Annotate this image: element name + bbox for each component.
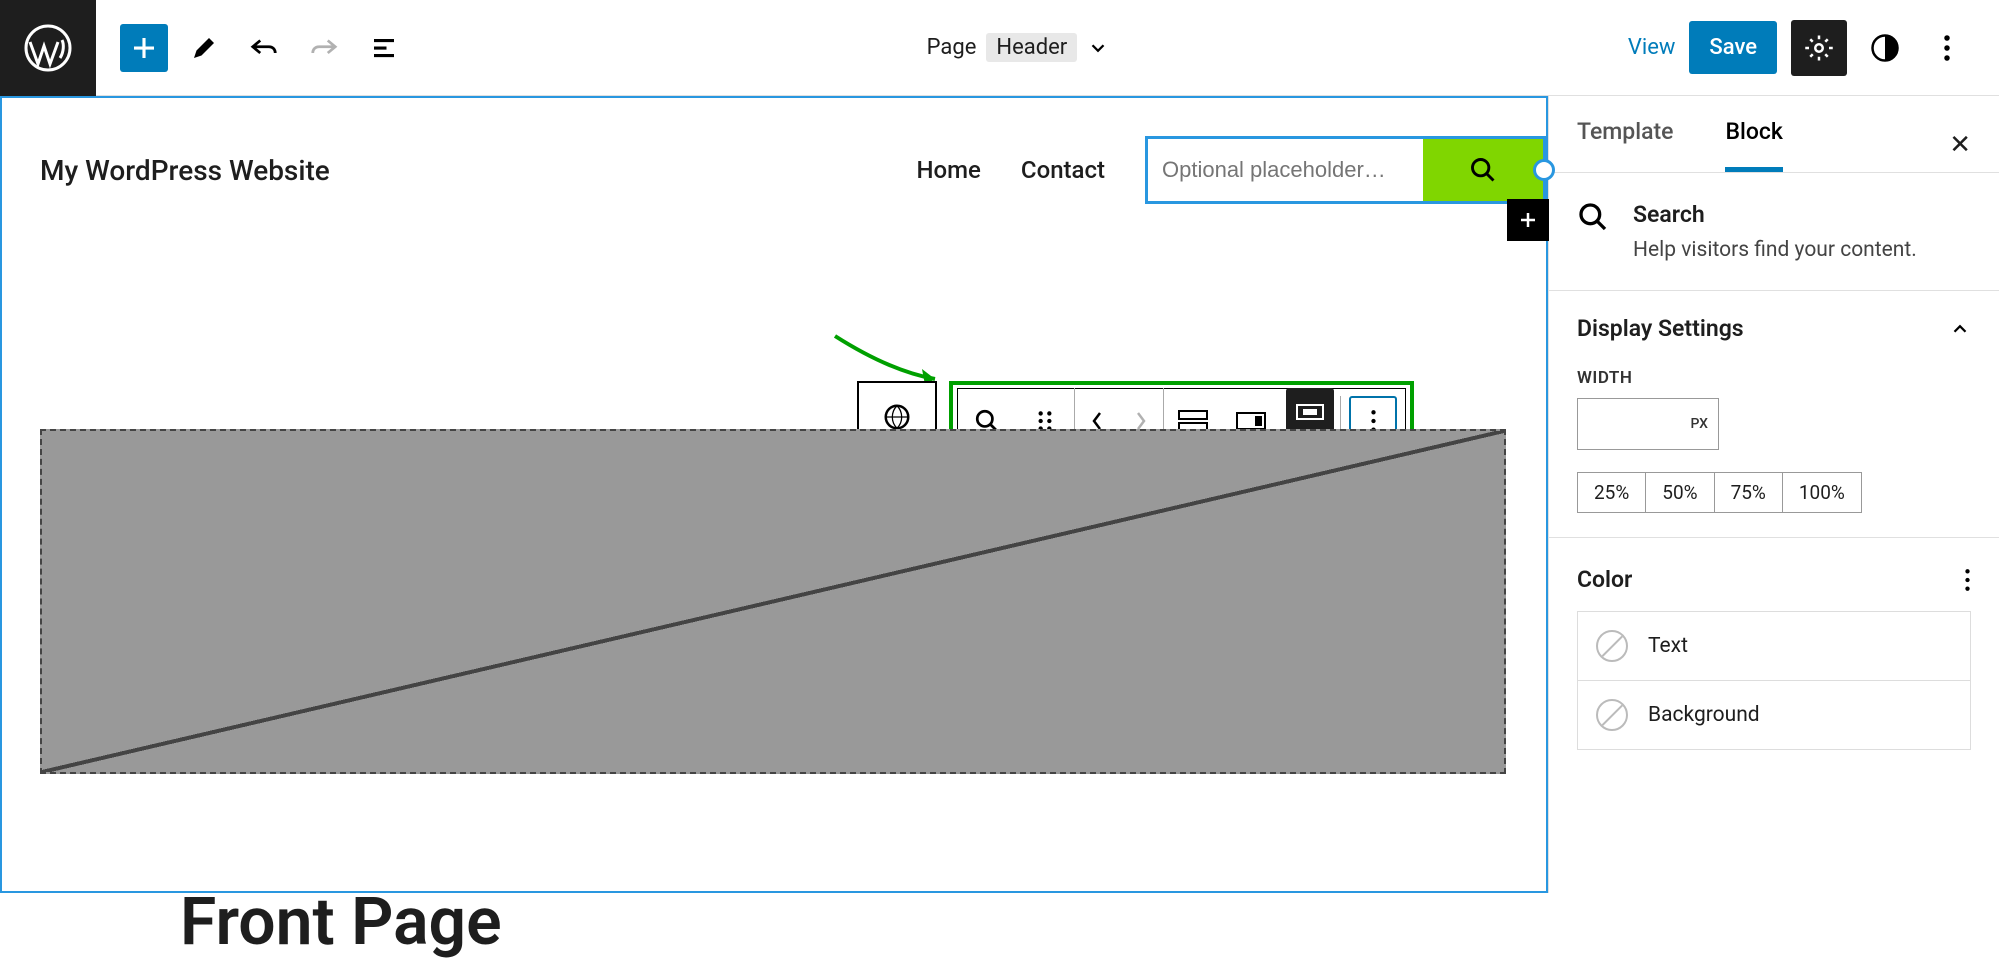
settings-sidebar: Template Block ✕ Search Help visitors fi…	[1548, 96, 1999, 893]
tab-block[interactable]: Block	[1725, 118, 1782, 172]
width-preset-25[interactable]: 25%	[1578, 473, 1646, 512]
panel-color: Color Text Background	[1549, 538, 1999, 774]
close-sidebar-button[interactable]: ✕	[1949, 130, 1971, 160]
top-left-tools	[96, 24, 408, 72]
panel-display-settings: Display Settings WIDTH PX 25% 50% 75% 10…	[1549, 291, 1999, 538]
undo-button[interactable]	[240, 24, 288, 72]
add-block-button[interactable]	[120, 24, 168, 72]
block-info: Search Help visitors find your content.	[1549, 173, 1999, 291]
search-icon	[1577, 201, 1609, 233]
top-right-tools: View Save	[1628, 20, 1999, 76]
wordpress-logo[interactable]	[0, 0, 96, 96]
tab-template[interactable]: Template	[1577, 118, 1673, 172]
panel-title: Display Settings	[1577, 315, 1744, 342]
block-name: Search	[1633, 201, 1917, 228]
color-background-row[interactable]: Background	[1577, 680, 1971, 750]
width-preset-75[interactable]: 75%	[1715, 473, 1783, 512]
block-description: Help visitors find your content.	[1633, 238, 1917, 262]
color-background-label: Background	[1648, 703, 1760, 727]
color-text-label: Text	[1648, 634, 1688, 658]
chevron-down-icon	[1087, 37, 1109, 59]
search-block[interactable]	[1145, 136, 1546, 204]
nav-link-home[interactable]: Home	[917, 156, 981, 184]
width-unit: PX	[1690, 416, 1708, 432]
settings-button[interactable]	[1791, 20, 1847, 76]
editor-canvas[interactable]: My WordPress Website Home Contact	[0, 96, 1548, 893]
resize-handle[interactable]	[1533, 159, 1555, 181]
styles-button[interactable]	[1861, 24, 1909, 72]
view-link[interactable]: View	[1628, 35, 1676, 60]
edit-tool-icon[interactable]	[180, 24, 228, 72]
width-presets: 25% 50% 75% 100%	[1577, 472, 1862, 513]
list-view-button[interactable]	[360, 24, 408, 72]
color-text-row[interactable]: Text	[1577, 611, 1971, 680]
width-preset-50[interactable]: 50%	[1646, 473, 1714, 512]
redo-button[interactable]	[300, 24, 348, 72]
top-toolbar: Page Header View Save	[0, 0, 1999, 96]
page-title-heading[interactable]: Front Page	[180, 884, 1546, 961]
save-button[interactable]: Save	[1689, 21, 1777, 74]
color-panel-title: Color	[1577, 566, 1632, 593]
page-label: Page	[927, 35, 977, 60]
search-input[interactable]	[1148, 139, 1423, 201]
search-submit-button[interactable]	[1423, 139, 1543, 201]
color-swatch-empty	[1596, 630, 1628, 662]
color-swatch-empty	[1596, 699, 1628, 731]
chevron-up-icon[interactable]	[1949, 318, 1971, 340]
navigation: Home Contact	[917, 156, 1106, 184]
template-badge: Header	[986, 33, 1077, 62]
more-options-button[interactable]	[1923, 24, 1971, 72]
width-preset-100[interactable]: 100%	[1783, 473, 1861, 512]
site-header: My WordPress Website Home Contact	[0, 96, 1546, 204]
nav-link-contact[interactable]: Contact	[1021, 156, 1105, 184]
width-label: WIDTH	[1577, 368, 1971, 388]
site-title[interactable]: My WordPress Website	[40, 154, 330, 187]
sidebar-tabs: Template Block ✕	[1549, 96, 1999, 173]
add-block-inline-button[interactable]	[1507, 199, 1549, 241]
image-placeholder[interactable]	[40, 429, 1506, 774]
document-title[interactable]: Page Header	[408, 33, 1628, 62]
color-options-icon[interactable]	[1964, 567, 1971, 593]
width-input[interactable]: PX	[1577, 398, 1719, 450]
